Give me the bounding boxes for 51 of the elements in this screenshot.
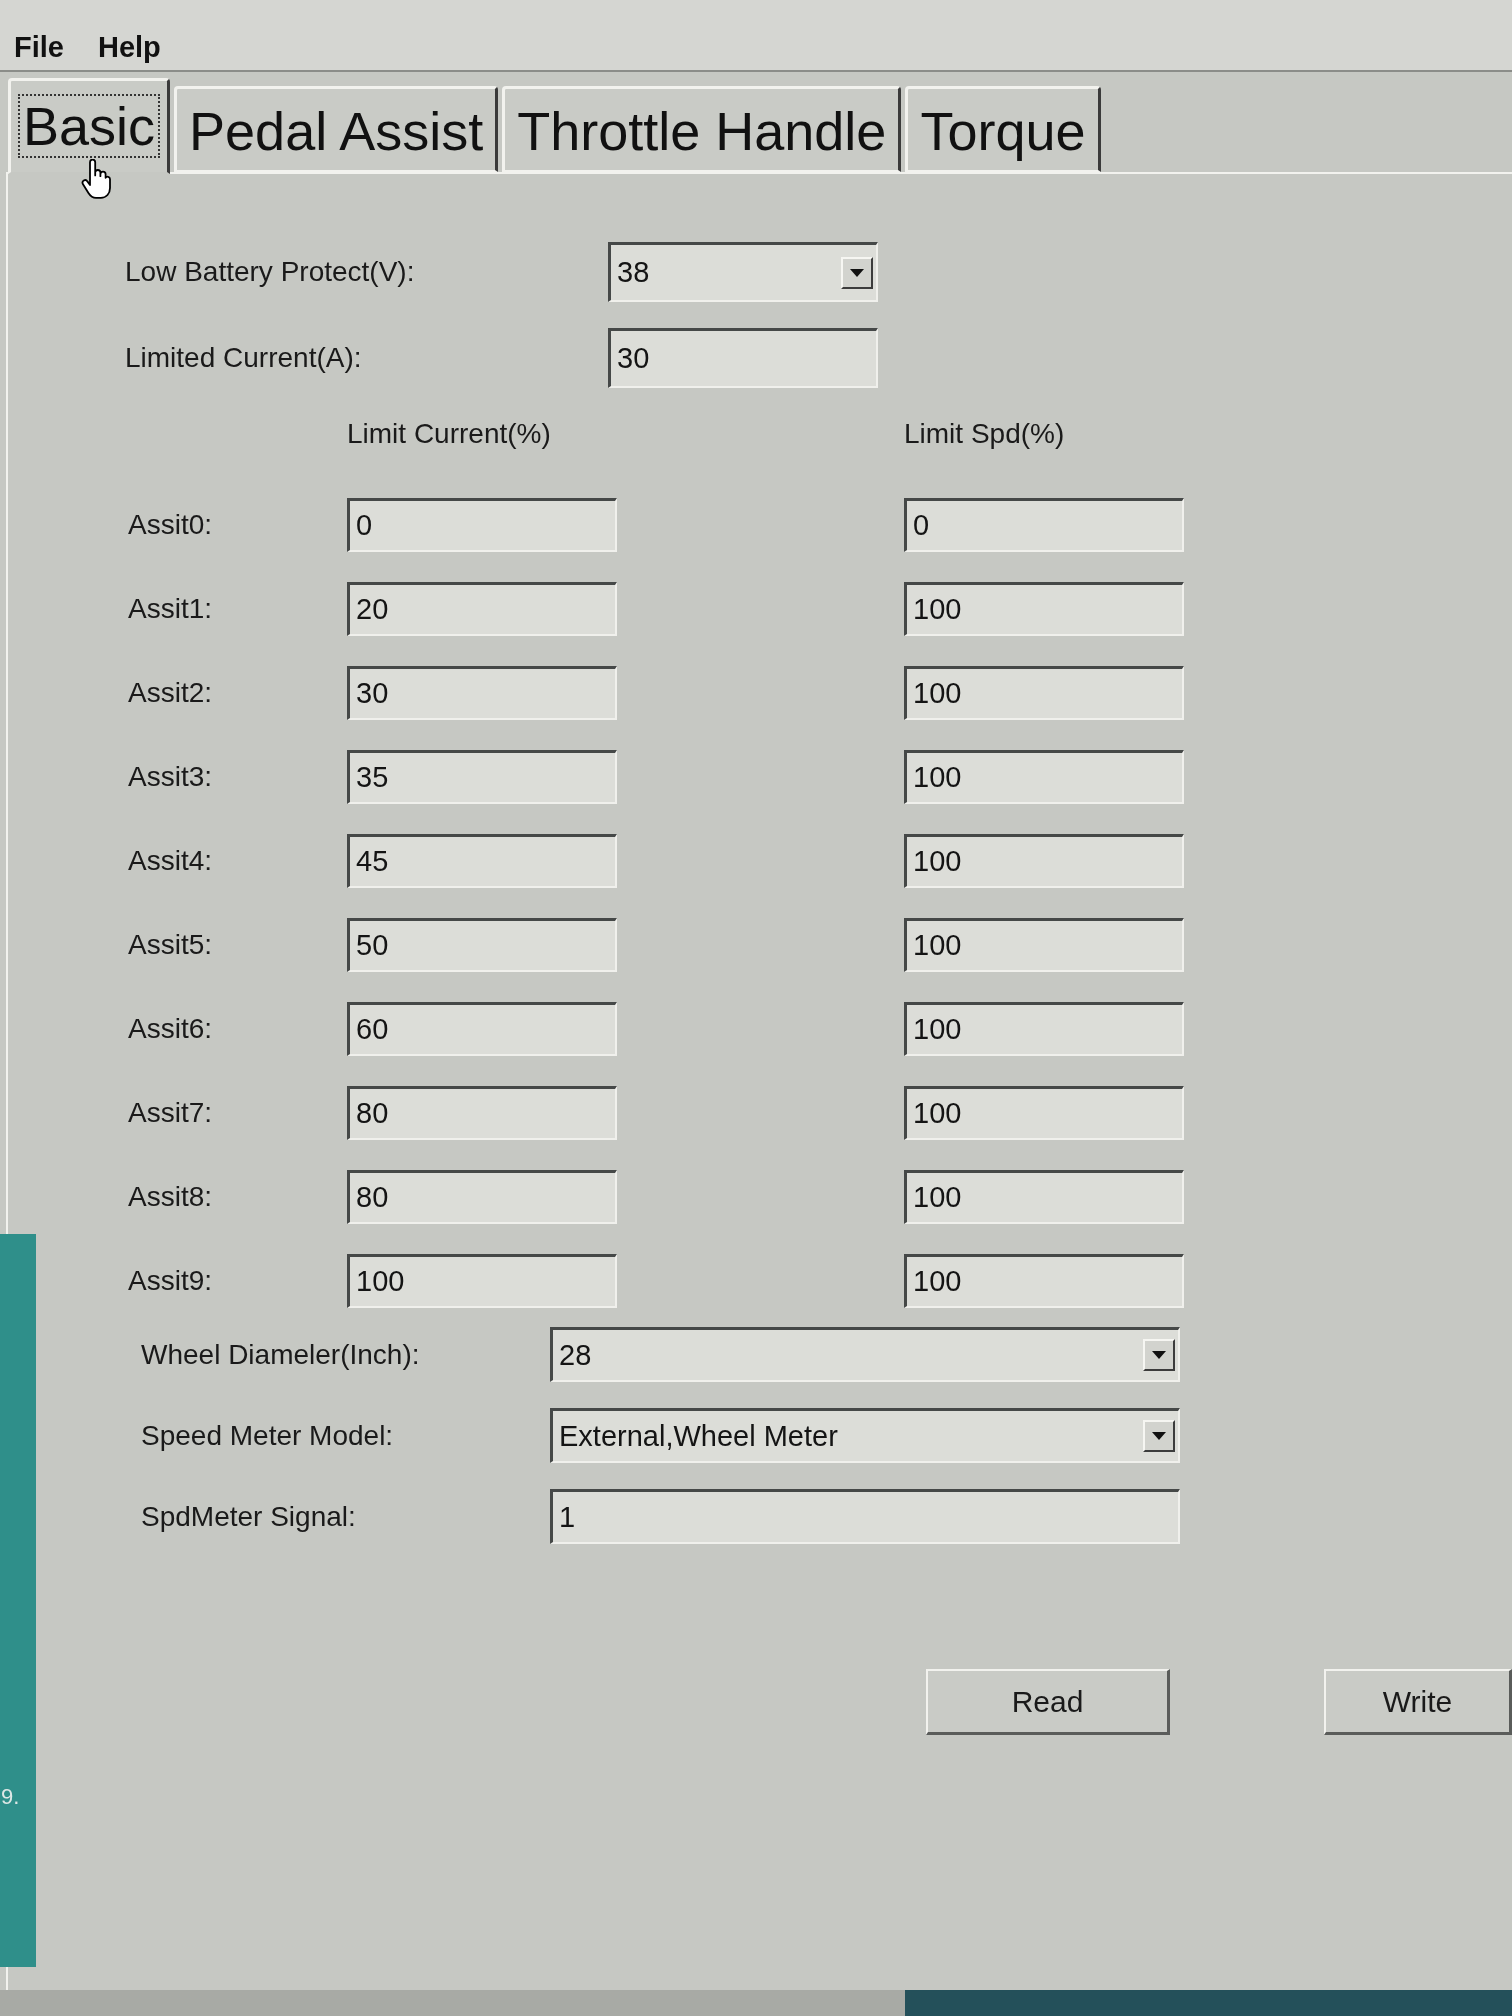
field-label: Assit7:: [128, 1099, 214, 1127]
dropdown[interactable]: 28: [550, 1327, 1180, 1382]
dropdown[interactable]: External,Wheel Meter: [550, 1408, 1180, 1463]
field-label: Low Battery Protect(V):: [125, 258, 416, 286]
text-field[interactable]: 45: [347, 834, 617, 888]
text-field[interactable]: 30: [608, 328, 878, 388]
field-label: Assit2:: [128, 679, 214, 707]
column-header: Limit Current(%): [347, 420, 552, 448]
field-label: Assit0:: [128, 511, 214, 539]
text-field[interactable]: 0: [904, 498, 1184, 552]
field-label: Assit5:: [128, 931, 214, 959]
field-label: SpdMeter Signal:: [141, 1502, 357, 1531]
action-button[interactable]: Write: [1324, 1669, 1512, 1735]
text-field[interactable]: 1: [550, 1489, 1180, 1544]
text-field[interactable]: 100: [904, 834, 1184, 888]
menu-item[interactable]: File: [14, 33, 64, 63]
field-label: Assit1:: [128, 595, 214, 623]
field-label: Wheel Diameler(Inch):: [141, 1340, 421, 1369]
text-field[interactable]: 100: [904, 918, 1184, 972]
text-field[interactable]: 100: [904, 1170, 1184, 1224]
text-field[interactable]: 100: [347, 1254, 617, 1308]
text-field[interactable]: 35: [347, 750, 617, 804]
text-field[interactable]: 20: [347, 582, 617, 636]
text-field[interactable]: 100: [904, 1254, 1184, 1308]
field-label: Assit8:: [128, 1183, 214, 1211]
text-field[interactable]: 100: [904, 750, 1184, 804]
menu-item[interactable]: Help: [97, 33, 161, 63]
field-label: Assit4:: [128, 847, 214, 875]
text-field[interactable]: 100: [904, 582, 1184, 636]
hand-pointer-icon: [81, 159, 111, 199]
tab[interactable]: Pedal Assist: [174, 86, 499, 172]
field-label: Assit9:: [128, 1267, 214, 1295]
field-label: Assit6:: [128, 1015, 214, 1043]
text-field[interactable]: 80: [347, 1170, 617, 1224]
text-field[interactable]: 80: [347, 1086, 617, 1140]
column-header: Limit Spd(%): [904, 420, 1066, 448]
text-field[interactable]: 0: [347, 498, 617, 552]
field-label: Limited Current(A):: [125, 344, 363, 372]
tab[interactable]: Torque: [905, 86, 1101, 172]
tab[interactable]: Throttle Handle: [502, 86, 902, 172]
desktop-label: 9.: [1, 1786, 20, 1808]
text-field[interactable]: 100: [904, 666, 1184, 720]
text-field[interactable]: 30: [347, 666, 617, 720]
dropdown[interactable]: 38: [608, 242, 878, 302]
action-button[interactable]: Read: [926, 1669, 1170, 1735]
text-field[interactable]: 100: [904, 1086, 1184, 1140]
text-field[interactable]: 100: [904, 1002, 1184, 1056]
text-field[interactable]: 60: [347, 1002, 617, 1056]
text-field[interactable]: 50: [347, 918, 617, 972]
field-label: Speed Meter Model:: [141, 1421, 395, 1450]
field-label: Assit3:: [128, 763, 214, 791]
